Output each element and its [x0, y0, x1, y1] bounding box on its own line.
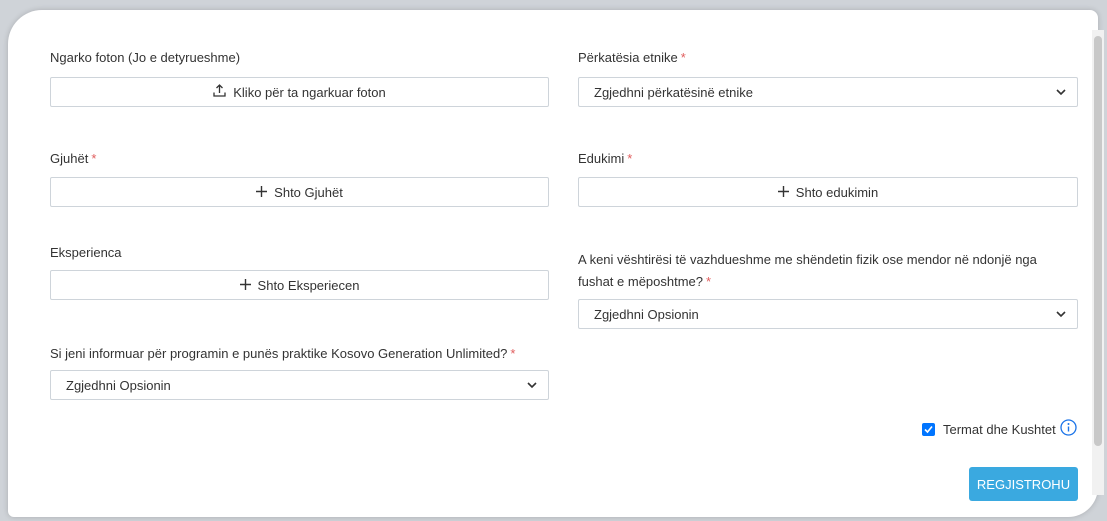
- info-icon[interactable]: [1060, 419, 1077, 439]
- plus-icon: [777, 185, 789, 200]
- required-asterisk: *: [706, 274, 712, 289]
- plus-icon: [256, 185, 268, 200]
- add-experience-label: Shto Eksperiecen: [257, 277, 360, 293]
- photo-label-text: Ngarko foton (Jo e detyrueshme): [50, 50, 241, 65]
- upload-photo-button[interactable]: Kliko për ta ngarkuar foton: [50, 77, 549, 107]
- languages-label-text: Gjuhët: [50, 151, 89, 166]
- ethnicity-select-value: Zgjedhni përkatësinë etnike: [594, 84, 753, 100]
- terms-row: Termat dhe Kushtet: [922, 419, 1077, 439]
- plus-icon: [239, 278, 251, 293]
- register-button[interactable]: REGJISTROHU: [969, 467, 1078, 501]
- ethnicity-label-text: Përkatësia etnike: [578, 50, 678, 65]
- health-select[interactable]: Zgjedhni Opsionin: [578, 299, 1078, 329]
- terms-label[interactable]: Termat dhe Kushtet: [943, 422, 1056, 437]
- add-languages-label: Shto Gjuhët: [274, 184, 343, 200]
- chevron-down-icon: [526, 379, 538, 394]
- add-experience-button[interactable]: Shto Eksperiecen: [50, 270, 549, 300]
- health-label-text: A keni vështirësi të vazhdueshme me shën…: [578, 252, 1037, 289]
- required-asterisk: *: [510, 346, 516, 361]
- required-asterisk: *: [680, 50, 686, 65]
- add-languages-button[interactable]: Shto Gjuhët: [50, 177, 549, 207]
- informed-select[interactable]: Zgjedhni Opsionin: [50, 370, 549, 400]
- required-asterisk: *: [627, 151, 633, 166]
- experience-label: Eksperienca: [50, 245, 122, 260]
- informed-label-text: Si jeni informuar për programin e punës …: [50, 346, 508, 361]
- photo-label: Ngarko foton (Jo e detyrueshme): [50, 50, 240, 65]
- chevron-down-icon: [1055, 308, 1067, 323]
- scrollbar-thumb[interactable]: [1094, 36, 1102, 446]
- informed-label: Si jeni informuar për programin e punës …: [50, 346, 515, 361]
- terms-checkbox[interactable]: [922, 422, 935, 436]
- upload-icon: [213, 84, 226, 100]
- required-asterisk: *: [91, 151, 97, 166]
- ethnicity-label: Përkatësia etnike *: [578, 50, 686, 65]
- chevron-down-icon: [1055, 86, 1067, 101]
- languages-label: Gjuhët *: [50, 151, 96, 166]
- informed-select-value: Zgjedhni Opsionin: [66, 377, 171, 393]
- add-education-button[interactable]: Shto edukimin: [578, 177, 1078, 207]
- education-label: Edukimi *: [578, 151, 632, 166]
- education-label-text: Edukimi: [578, 151, 625, 166]
- ethnicity-select[interactable]: Zgjedhni përkatësinë etnike: [578, 77, 1078, 107]
- experience-label-text: Eksperienca: [50, 245, 122, 260]
- health-select-value: Zgjedhni Opsionin: [594, 306, 699, 322]
- health-label: A keni vështirësi të vazhdueshme me shën…: [578, 249, 1068, 293]
- upload-photo-label: Kliko për ta ngarkuar foton: [233, 84, 386, 100]
- add-education-label: Shto edukimin: [795, 184, 879, 200]
